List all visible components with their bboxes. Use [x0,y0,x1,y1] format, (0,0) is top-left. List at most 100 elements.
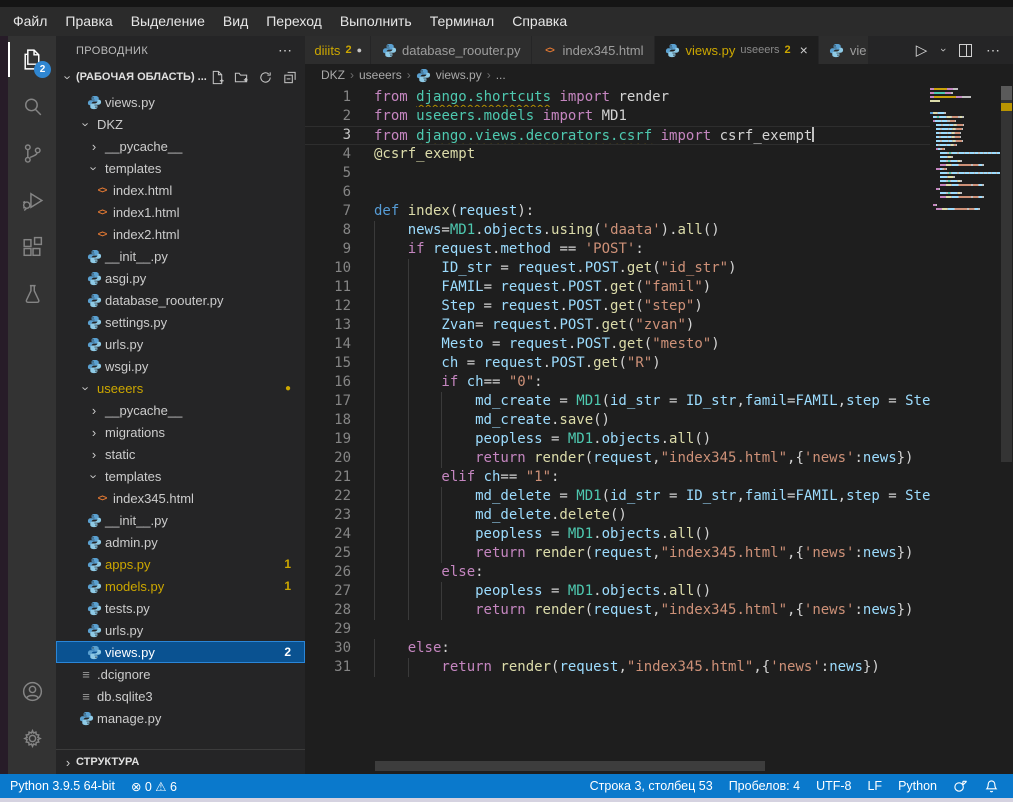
menu-item-Вид[interactable]: Вид [214,7,257,36]
code-line-23[interactable]: 23md_delete.delete() [305,506,930,525]
tree-item-wsgi.py[interactable]: wsgi.py [56,355,305,377]
tree-item-database_roouter.py[interactable]: database_roouter.py [56,289,305,311]
code-line-22[interactable]: 22md_delete = MD1(id_str = ID_str,famil=… [305,487,930,506]
status-notifications[interactable] [984,779,999,794]
vertical-scrollbar[interactable] [1000,86,1013,774]
workspace-section-header[interactable]: › (РАБОЧАЯ ОБЛАСТЬ) ... [56,65,305,89]
tree-item-models.py[interactable]: models.py1 [56,575,305,597]
code-line-6[interactable]: 6 [305,183,930,202]
menu-item-Справка[interactable]: Справка [503,7,576,36]
menu-item-Файл[interactable]: Файл [4,7,56,36]
run-debug-icon[interactable] [8,177,56,224]
more-actions-icon[interactable]: ⋯ [986,42,1001,59]
code-line-4[interactable]: 4@csrf_exempt [305,145,930,164]
tree-item-index.html[interactable]: <>index.html [56,179,305,201]
tree-item-static[interactable]: ›static [56,443,305,465]
code-line-7[interactable]: 7def index(request): [305,202,930,221]
minimap[interactable] [930,88,1000,212]
tree-item-templates[interactable]: ›templates [56,157,305,179]
code-line-24[interactable]: 24peopless = MD1.objects.all() [305,525,930,544]
menu-item-Терминал[interactable]: Терминал [421,7,503,36]
tree-item-templates[interactable]: ›templates [56,465,305,487]
code-line-20[interactable]: 20return render(request,"index345.html",… [305,449,930,468]
code-line-30[interactable]: 30else: [305,639,930,658]
account-icon[interactable] [8,668,56,715]
tree-item-asgi.py[interactable]: asgi.py [56,267,305,289]
code-line-29[interactable]: 29 [305,620,930,639]
code-line-27[interactable]: 27peopless = MD1.objects.all() [305,582,930,601]
status-cursor-position[interactable]: Строка 3, столбец 53 [590,779,713,793]
tree-item-__init__.py[interactable]: __init__.py [56,509,305,531]
code-line-14[interactable]: 14Mesto = request.POST.get("mesto") [305,335,930,354]
code-line-8[interactable]: 8news=MD1.objects.using('daata').all() [305,221,930,240]
more-actions-icon[interactable]: ⋯ [278,42,293,59]
outline-section-header[interactable]: › СТРУКТУРА [56,749,305,774]
extensions-icon[interactable] [8,224,56,271]
tree-item-manage.py[interactable]: manage.py [56,707,305,729]
tab-index345.html[interactable]: <>index345.html [532,36,655,64]
tree-item-views.py[interactable]: views.py2 [56,641,305,663]
code-line-5[interactable]: 5 [305,164,930,183]
code-line-28[interactable]: 28return render(request,"index345.html",… [305,601,930,620]
tab-database_roouter.py[interactable]: database_roouter.py [371,36,532,64]
code-line-3[interactable]: 3from django.views.decorators.csrf impor… [305,126,930,145]
refresh-icon[interactable] [258,70,273,85]
run-python-file-icon[interactable]: ▷ [916,41,928,59]
code-line-13[interactable]: 13Zvan= request.POST.get("zvan") [305,316,930,335]
explorer-icon[interactable]: 2 [8,36,56,83]
code-line-12[interactable]: 12Step = request.POST.get("step") [305,297,930,316]
status-eol[interactable]: LF [867,779,882,793]
code-line-17[interactable]: 17md_create = MD1(id_str = ID_str,famil=… [305,392,930,411]
code-editor[interactable]: 1from django.shortcuts import render2fro… [305,86,1013,774]
code-line-10[interactable]: 10ID_str = request.POST.get("id_str") [305,259,930,278]
tree-item-db.sqlite3[interactable]: ≡db.sqlite3 [56,685,305,707]
search-icon[interactable] [8,83,56,130]
breadcrumb-item-views.py[interactable]: views.py [416,68,482,83]
breadcrumb-item-useeers[interactable]: useeers [359,68,402,82]
tree-item-.dcignore[interactable]: ≡.dcignore [56,663,305,685]
menu-item-Правка[interactable]: Правка [56,7,121,36]
status-indentation[interactable]: Пробелов: 4 [729,779,800,793]
new-folder-icon[interactable] [234,70,249,85]
code-line-16[interactable]: 16if ch== "0": [305,373,930,392]
menu-item-Переход[interactable]: Переход [257,7,331,36]
code-line-15[interactable]: 15ch = request.POST.get("R") [305,354,930,373]
code-line-1[interactable]: 1from django.shortcuts import render [305,88,930,107]
status-language-mode[interactable]: Python [898,779,937,793]
tab-views.py[interactable]: views.pyuseeers2× [655,36,819,64]
tree-item-index2.html[interactable]: <>index2.html [56,223,305,245]
code-line-9[interactable]: 9if request.method == 'POST': [305,240,930,259]
testing-icon[interactable] [8,271,56,318]
tree-item-index345.html[interactable]: <>index345.html [56,487,305,509]
status-feedback[interactable] [953,779,968,794]
tree-item-__pycache__[interactable]: ›__pycache__ [56,399,305,421]
code-line-21[interactable]: 21elif ch== "1": [305,468,930,487]
code-line-18[interactable]: 18md_create.save() [305,411,930,430]
tree-item-useeers[interactable]: ›useeers● [56,377,305,399]
status-python-interpreter[interactable]: Python 3.9.5 64-bit [10,779,115,793]
tree-item-settings.py[interactable]: settings.py [56,311,305,333]
breadcrumb-item-DKZ[interactable]: DKZ [321,68,345,82]
menu-item-Выполнить[interactable]: Выполнить [331,7,421,36]
code-line-25[interactable]: 25return render(request,"index345.html",… [305,544,930,563]
status-problems[interactable]: ⊗ 0 ⚠ 6 [131,779,177,794]
code-line-11[interactable]: 11FAMIL= request.POST.get("famil") [305,278,930,297]
code-line-19[interactable]: 19peopless = MD1.objects.all() [305,430,930,449]
tree-item-views.py[interactable]: views.py [56,91,305,113]
tree-item-__init__.py[interactable]: __init__.py [56,245,305,267]
tree-item-__pycache__[interactable]: ›__pycache__ [56,135,305,157]
close-icon[interactable]: × [800,42,808,58]
tree-item-admin.py[interactable]: admin.py [56,531,305,553]
tree-item-apps.py[interactable]: apps.py1 [56,553,305,575]
scrollbar-thumb[interactable] [1001,86,1012,462]
breadcrumb[interactable]: DKZ›useeers›views.py›... [305,64,1013,86]
tree-item-urls.py[interactable]: urls.py [56,619,305,641]
tree-item-migrations[interactable]: ›migrations [56,421,305,443]
run-dropdown-icon[interactable]: › [937,48,949,52]
new-file-icon[interactable] [210,70,225,85]
source-control-icon[interactable] [8,130,56,177]
settings-gear-icon[interactable] [8,715,56,762]
horizontal-scrollbar[interactable] [375,761,765,771]
status-encoding[interactable]: UTF-8 [816,779,851,793]
tab-vie[interactable]: vie [819,36,869,64]
